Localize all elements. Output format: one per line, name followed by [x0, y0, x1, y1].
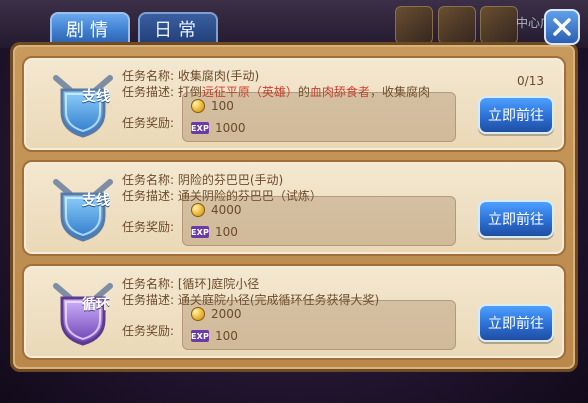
tab-label: 剧情: [66, 20, 114, 41]
background-icon: [438, 6, 476, 44]
reward-exp-value: 100: [215, 329, 238, 343]
go-now-button[interactable]: 立即前往: [478, 304, 554, 342]
task-reward-label: 任务奖励:: [122, 116, 175, 130]
task-name-line: 任务名称: 收集腐肉(手动): [122, 67, 259, 84]
quest-row: 循环 任务名称: [循环]庭院小径 任务描述: 通关庭院小径(完成循环任务获得大…: [22, 264, 566, 360]
go-now-label: 立即前往: [488, 316, 544, 332]
background-icon: [480, 6, 518, 44]
tab-label: 日常: [154, 20, 202, 41]
task-reward-label: 任务奖励:: [122, 324, 175, 338]
emblem-text: 支线: [82, 89, 110, 105]
go-now-label: 立即前往: [488, 108, 544, 124]
reward-gold-value: 2000: [211, 307, 242, 321]
tab-daily[interactable]: 日常: [138, 12, 218, 46]
reward-exp: EXP 100: [191, 222, 238, 242]
exp-icon: EXP: [190, 122, 210, 134]
task-desc-label: 任务描述:: [122, 189, 175, 203]
go-now-button[interactable]: 立即前往: [478, 96, 554, 134]
reward-gold: 100: [191, 96, 234, 116]
task-name-label: 任务名称:: [122, 69, 175, 83]
quest-row: 支线 任务名称: 阴险的芬巴巴(手动) 任务描述: 通关阴险的芬巴巴（试炼） 任…: [22, 160, 566, 256]
exp-icon: EXP: [190, 330, 210, 342]
reward-gold-value: 4000: [211, 203, 242, 217]
exp-icon: EXP: [190, 226, 210, 238]
reward-gold: 2000: [191, 304, 242, 324]
reward-box: 100 EXP 1000: [182, 92, 456, 142]
task-desc-label: 任务描述:: [122, 293, 175, 307]
reward-gold: 4000: [191, 200, 242, 220]
reward-box: 2000 EXP 100: [182, 300, 456, 350]
gold-coin-icon: [191, 99, 205, 113]
emblem-text: 循环: [82, 297, 110, 313]
reward-gold-value: 100: [211, 99, 234, 113]
task-name-line: 任务名称: [循环]庭院小径: [122, 275, 259, 292]
task-name-value: [循环]庭院小径: [177, 277, 260, 291]
close-icon: [553, 18, 571, 36]
emblem-text: 支线: [82, 193, 110, 209]
task-name-value: 阴险的芬巴巴(手动): [177, 173, 284, 187]
reward-exp: EXP 1000: [191, 118, 246, 138]
reward-exp: EXP 100: [191, 326, 238, 346]
task-reward-label: 任务奖励:: [122, 220, 175, 234]
task-progress: 0/13: [517, 74, 544, 88]
reward-box: 4000 EXP 100: [182, 196, 456, 246]
task-name-label: 任务名称:: [122, 277, 175, 291]
quest-row: 支线 任务名称: 收集腐肉(手动) 任务描述: 打倒远征平原（英雄）的血肉舔食者…: [22, 56, 566, 152]
task-name-value: 收集腐肉(手动): [177, 69, 260, 83]
gold-coin-icon: [191, 307, 205, 321]
go-now-label: 立即前往: [488, 212, 544, 228]
background-icon: [395, 6, 433, 44]
task-name-label: 任务名称:: [122, 173, 175, 187]
task-desc-label: 任务描述:: [122, 85, 175, 99]
close-button[interactable]: [544, 9, 580, 45]
reward-exp-value: 1000: [215, 121, 246, 135]
gold-coin-icon: [191, 203, 205, 217]
task-name-line: 任务名称: 阴险的芬巴巴(手动): [122, 171, 283, 188]
tab-story[interactable]: 剧情: [50, 12, 130, 46]
reward-exp-value: 100: [215, 225, 238, 239]
go-now-button[interactable]: 立即前往: [478, 200, 554, 238]
